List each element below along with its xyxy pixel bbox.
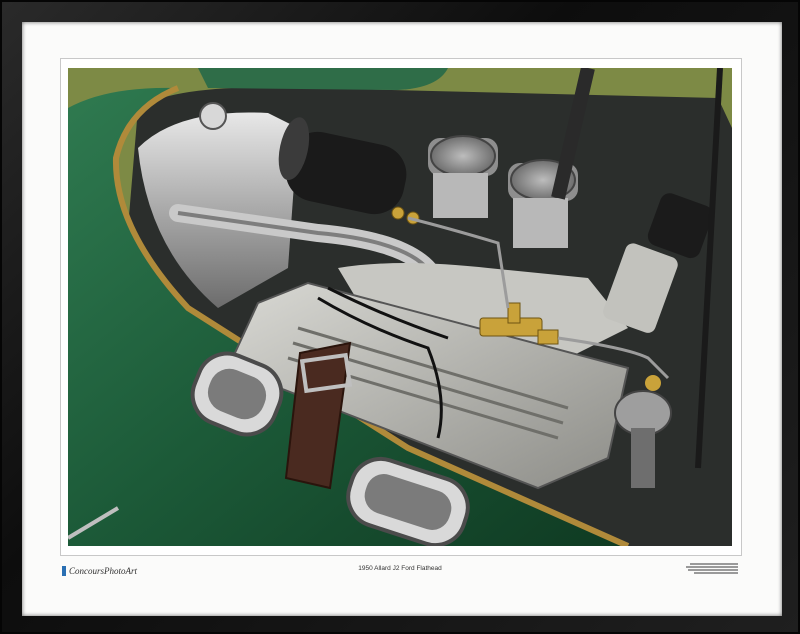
carburetor-left bbox=[428, 135, 498, 218]
fine-print-line bbox=[694, 572, 738, 574]
radiator-cap bbox=[199, 102, 227, 130]
fine-print-line bbox=[688, 569, 738, 571]
fine-print-line bbox=[690, 563, 738, 565]
fine-print-block bbox=[686, 563, 738, 574]
brand-name: ConcoursPhotoArt bbox=[69, 566, 138, 576]
blue-square-icon bbox=[62, 566, 66, 576]
brand-logo: ConcoursPhotoArt bbox=[62, 564, 137, 578]
hood-edge bbox=[198, 68, 448, 90]
print-caption: 1950 Allard J2 Ford Flathead bbox=[358, 565, 442, 572]
engine-illustration bbox=[68, 68, 732, 546]
engine-bay-photo bbox=[68, 68, 732, 546]
fine-print-line bbox=[686, 566, 738, 568]
